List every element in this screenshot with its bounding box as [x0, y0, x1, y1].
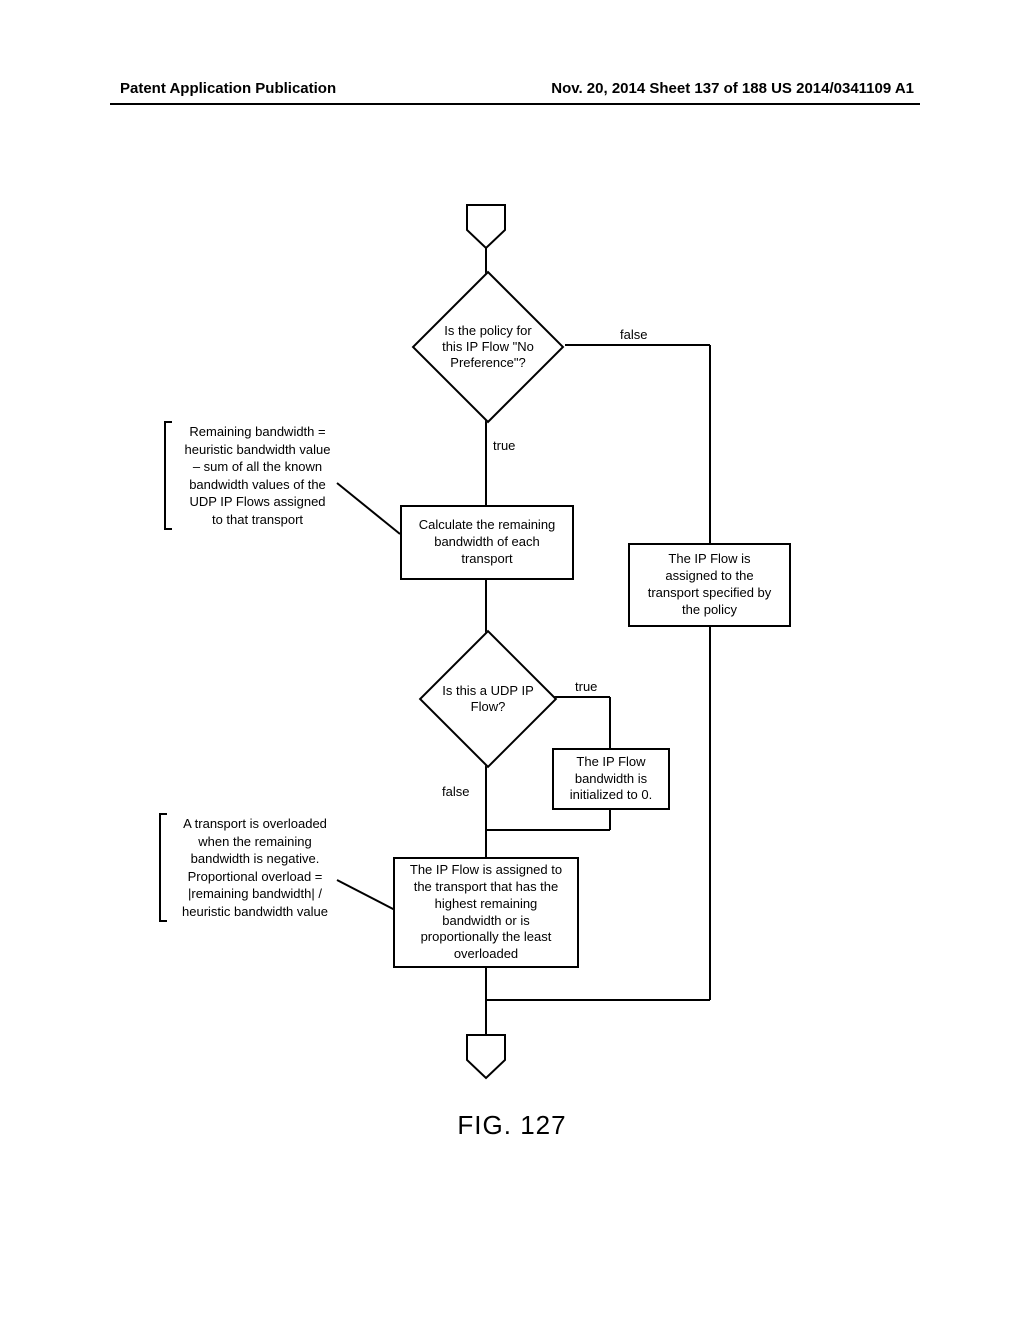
decision2-false-label: false — [442, 784, 469, 799]
annotation-overload-text: A transport is overloaded when the remai… — [182, 816, 328, 919]
annotation-remaining-bandwidth-text: Remaining bandwidth = heuristic bandwidt… — [185, 424, 331, 527]
process-calculate-remaining: Calculate the remaining bandwidth of eac… — [400, 505, 574, 580]
decision1-true-label: true — [493, 438, 515, 453]
figure-label: FIG. 127 — [0, 1110, 1024, 1141]
decision2-true-label: true — [575, 679, 597, 694]
decision1-text: Is the policy for this IP Flow "No Prefe… — [436, 323, 540, 372]
process-assign-highest-text: The IP Flow is assigned to the transport… — [410, 862, 562, 963]
process-init-zero: The IP Flow bandwidth is initialized to … — [552, 748, 670, 810]
process-assign-highest: The IP Flow is assigned to the transport… — [393, 857, 579, 968]
decision1-false-label: false — [620, 327, 647, 342]
annotation-remaining-bandwidth: Remaining bandwidth = heuristic bandwidt… — [170, 423, 345, 528]
annotation-overload: A transport is overloaded when the remai… — [165, 815, 345, 920]
decision2-text: Is this a UDP IP Flow? — [441, 683, 535, 716]
process-calculate-remaining-text: Calculate the remaining bandwidth of eac… — [419, 517, 556, 568]
process-assign-by-policy-text: The IP Flow is assigned to the transport… — [648, 551, 772, 619]
process-init-zero-text: The IP Flow bandwidth is initialized to … — [570, 754, 652, 805]
process-assign-by-policy: The IP Flow is assigned to the transport… — [628, 543, 791, 627]
